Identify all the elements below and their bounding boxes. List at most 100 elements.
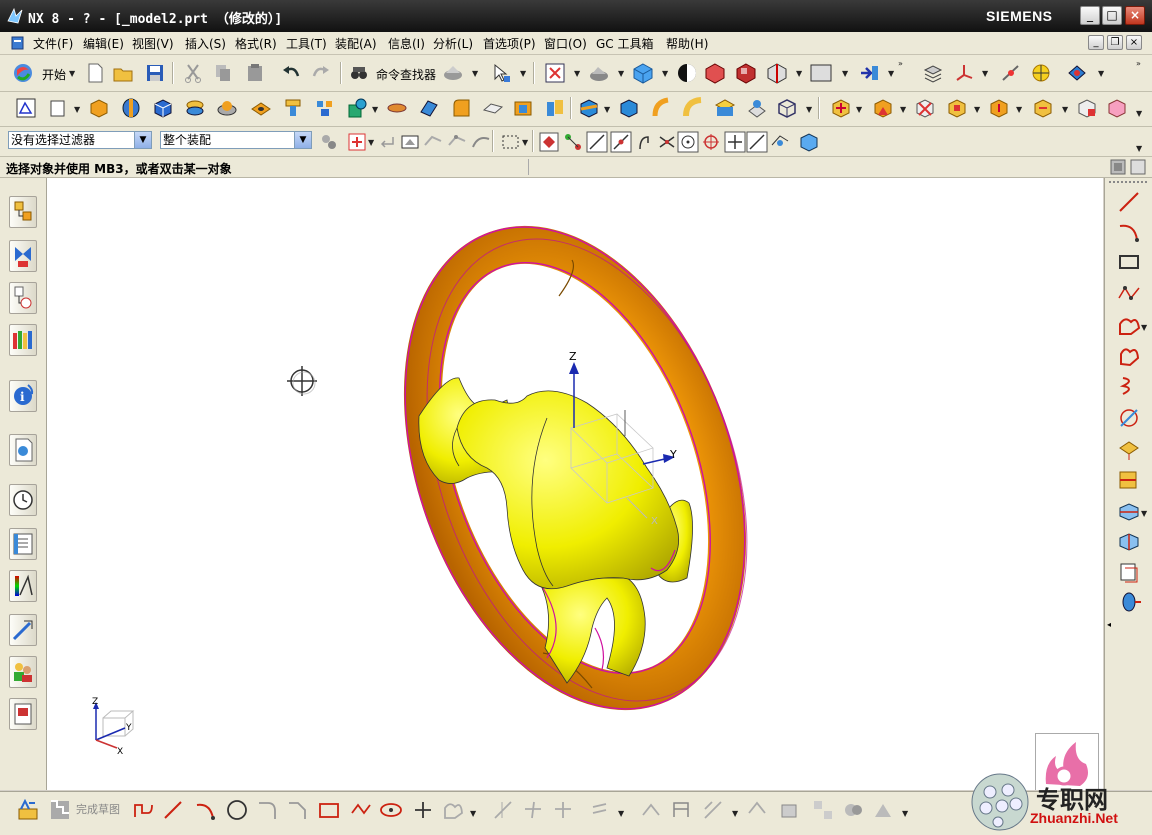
sketch-spline-dropdown-icon[interactable]: ▼ — [470, 810, 478, 818]
exploded-view-icon[interactable] — [1076, 97, 1098, 119]
pad-dropdown-icon[interactable]: ▼ — [372, 106, 380, 114]
block-icon[interactable] — [152, 97, 174, 119]
snap-points-icon[interactable] — [562, 131, 584, 153]
layer-settings-icon[interactable] — [922, 62, 944, 84]
select-body-icon[interactable] — [399, 131, 421, 153]
arc-icon[interactable] — [1117, 220, 1141, 244]
studio-spline-icon[interactable] — [1117, 314, 1141, 338]
move-dropdown-icon[interactable]: ▼ — [888, 70, 896, 78]
render-style-icon[interactable] — [588, 62, 610, 84]
section-view-icon[interactable] — [676, 62, 698, 84]
new-file-icon[interactable] — [84, 62, 106, 84]
mirror-dropdown-icon[interactable]: ▼ — [1062, 106, 1070, 114]
cue-options-icon[interactable] — [1110, 159, 1126, 175]
minimize-button[interactable]: _ — [1080, 6, 1100, 25]
shell-icon[interactable] — [512, 97, 534, 119]
snap-midpoint-icon[interactable] — [610, 131, 632, 153]
wrap-curve-icon[interactable] — [1117, 560, 1141, 584]
start-icon[interactable] — [12, 62, 34, 84]
snap-on-curve-icon[interactable] — [746, 131, 768, 153]
offset-dropdown-icon[interactable]: ▼ — [618, 810, 626, 818]
fit-view-icon[interactable] — [544, 62, 566, 84]
selection-scope-combo[interactable]: 整个装配 ▼ — [160, 131, 312, 149]
sketch-task-icon[interactable] — [17, 799, 39, 821]
start-label[interactable]: 开始 — [42, 66, 66, 83]
menu-analysis[interactable]: 分析(L) — [433, 35, 473, 52]
wave-geometry-icon[interactable] — [1106, 97, 1128, 119]
offset-sketch-icon[interactable] — [590, 799, 612, 821]
roles-tab[interactable] — [9, 656, 37, 688]
render-dropdown-icon[interactable]: ▼ — [618, 70, 626, 78]
menu-file[interactable]: 文件(F) — [33, 35, 73, 52]
save-icon[interactable] — [144, 62, 166, 84]
menu-view[interactable]: 视图(V) — [132, 35, 174, 52]
selection-overflow-icon[interactable]: ▼ — [1136, 145, 1144, 153]
display-dropdown-icon[interactable]: ▼ — [796, 70, 804, 78]
hd3d-tools-tab[interactable]: i — [9, 380, 37, 412]
sphere-icon[interactable] — [216, 97, 238, 119]
rectangle-select-icon[interactable] — [500, 131, 522, 153]
start-dropdown-icon[interactable]: ▼ — [69, 70, 77, 78]
reuse-library-tab[interactable] — [9, 324, 37, 356]
draft-icon[interactable] — [544, 97, 566, 119]
convert-reference-icon[interactable] — [812, 799, 834, 821]
copy-icon[interactable] — [212, 62, 234, 84]
spline-dropdown-icon[interactable]: ▼ — [1141, 324, 1149, 332]
process-studio-tab[interactable] — [9, 570, 37, 602]
revolve-icon[interactable] — [120, 97, 142, 119]
datum-plane-icon[interactable] — [47, 97, 69, 119]
trim-dropdown-icon[interactable]: ▼ — [604, 106, 612, 114]
open-folder-icon[interactable] — [112, 62, 134, 84]
scale-body-icon[interactable] — [714, 97, 736, 119]
chevron-down-icon[interactable]: ▼ — [294, 132, 311, 148]
select-feature-icon[interactable] — [346, 131, 368, 153]
menu-insert[interactable]: 插入(S) — [185, 35, 226, 52]
extract-geometry-icon[interactable] — [746, 97, 768, 119]
pocket-icon[interactable] — [314, 97, 336, 119]
wireframe-block-icon[interactable] — [776, 97, 798, 119]
unite-icon[interactable] — [618, 97, 640, 119]
orient-dropdown-icon[interactable]: ▼ — [662, 70, 670, 78]
line-icon[interactable] — [1117, 190, 1141, 214]
palettes-tab[interactable] — [9, 698, 37, 730]
return-arrow-icon[interactable] — [376, 131, 398, 153]
sketch-line-icon[interactable] — [162, 799, 184, 821]
section-curve-icon[interactable] — [1117, 500, 1141, 524]
history-tab[interactable] — [9, 484, 37, 516]
assembly-nav-icon[interactable] — [1066, 62, 1088, 84]
polyline-icon[interactable] — [1117, 282, 1141, 306]
snap-endpoint-icon[interactable] — [586, 131, 608, 153]
menu-edit[interactable]: 编辑(E) — [83, 35, 124, 52]
steering-hub[interactable] — [452, 390, 680, 590]
clip-section-icon[interactable] — [735, 62, 757, 84]
mate-component-icon[interactable] — [914, 97, 936, 119]
quick-extend-icon[interactable] — [522, 799, 544, 821]
fit-spline-icon[interactable] — [1117, 344, 1141, 368]
sketch-point-icon[interactable] — [412, 799, 434, 821]
array-dropdown-icon[interactable]: ▼ — [1016, 106, 1024, 114]
assembly-dropdown-icon[interactable]: ▼ — [1098, 70, 1106, 78]
sketch-polygon-icon[interactable] — [350, 799, 372, 821]
add-component-icon[interactable] — [830, 97, 852, 119]
extract-curve-icon[interactable] — [1117, 530, 1141, 554]
sketch-chamfer-icon[interactable] — [286, 799, 308, 821]
background-dropdown-icon[interactable]: ▼ — [842, 70, 850, 78]
wireframe-dropdown-icon[interactable]: ▼ — [806, 106, 814, 114]
extrude-icon[interactable] — [88, 97, 110, 119]
chevron-down-icon[interactable]: ▼ — [134, 132, 151, 148]
datum-dropdown-icon[interactable]: ▼ — [74, 106, 82, 114]
project-curve-icon[interactable] — [1117, 438, 1141, 462]
menu-format[interactable]: 格式(R) — [235, 35, 277, 52]
snap-intersection-icon[interactable] — [656, 131, 678, 153]
rect-select-dropdown-icon[interactable]: ▼ — [522, 139, 530, 147]
reposition-dropdown-icon[interactable]: ▼ — [974, 106, 982, 114]
rectangle-icon[interactable] — [1117, 250, 1141, 274]
background-icon[interactable] — [810, 62, 832, 84]
sketch-rectangle-icon[interactable] — [318, 799, 340, 821]
snap-arc-center-icon[interactable] — [677, 131, 699, 153]
slot-icon[interactable] — [386, 97, 408, 119]
alternate-solution-icon[interactable] — [842, 799, 864, 821]
menu-help[interactable]: 帮助(H) — [666, 35, 708, 52]
scroll-left-icon[interactable]: ◂ — [1107, 620, 1111, 629]
snap-existing-point-icon[interactable] — [724, 131, 746, 153]
